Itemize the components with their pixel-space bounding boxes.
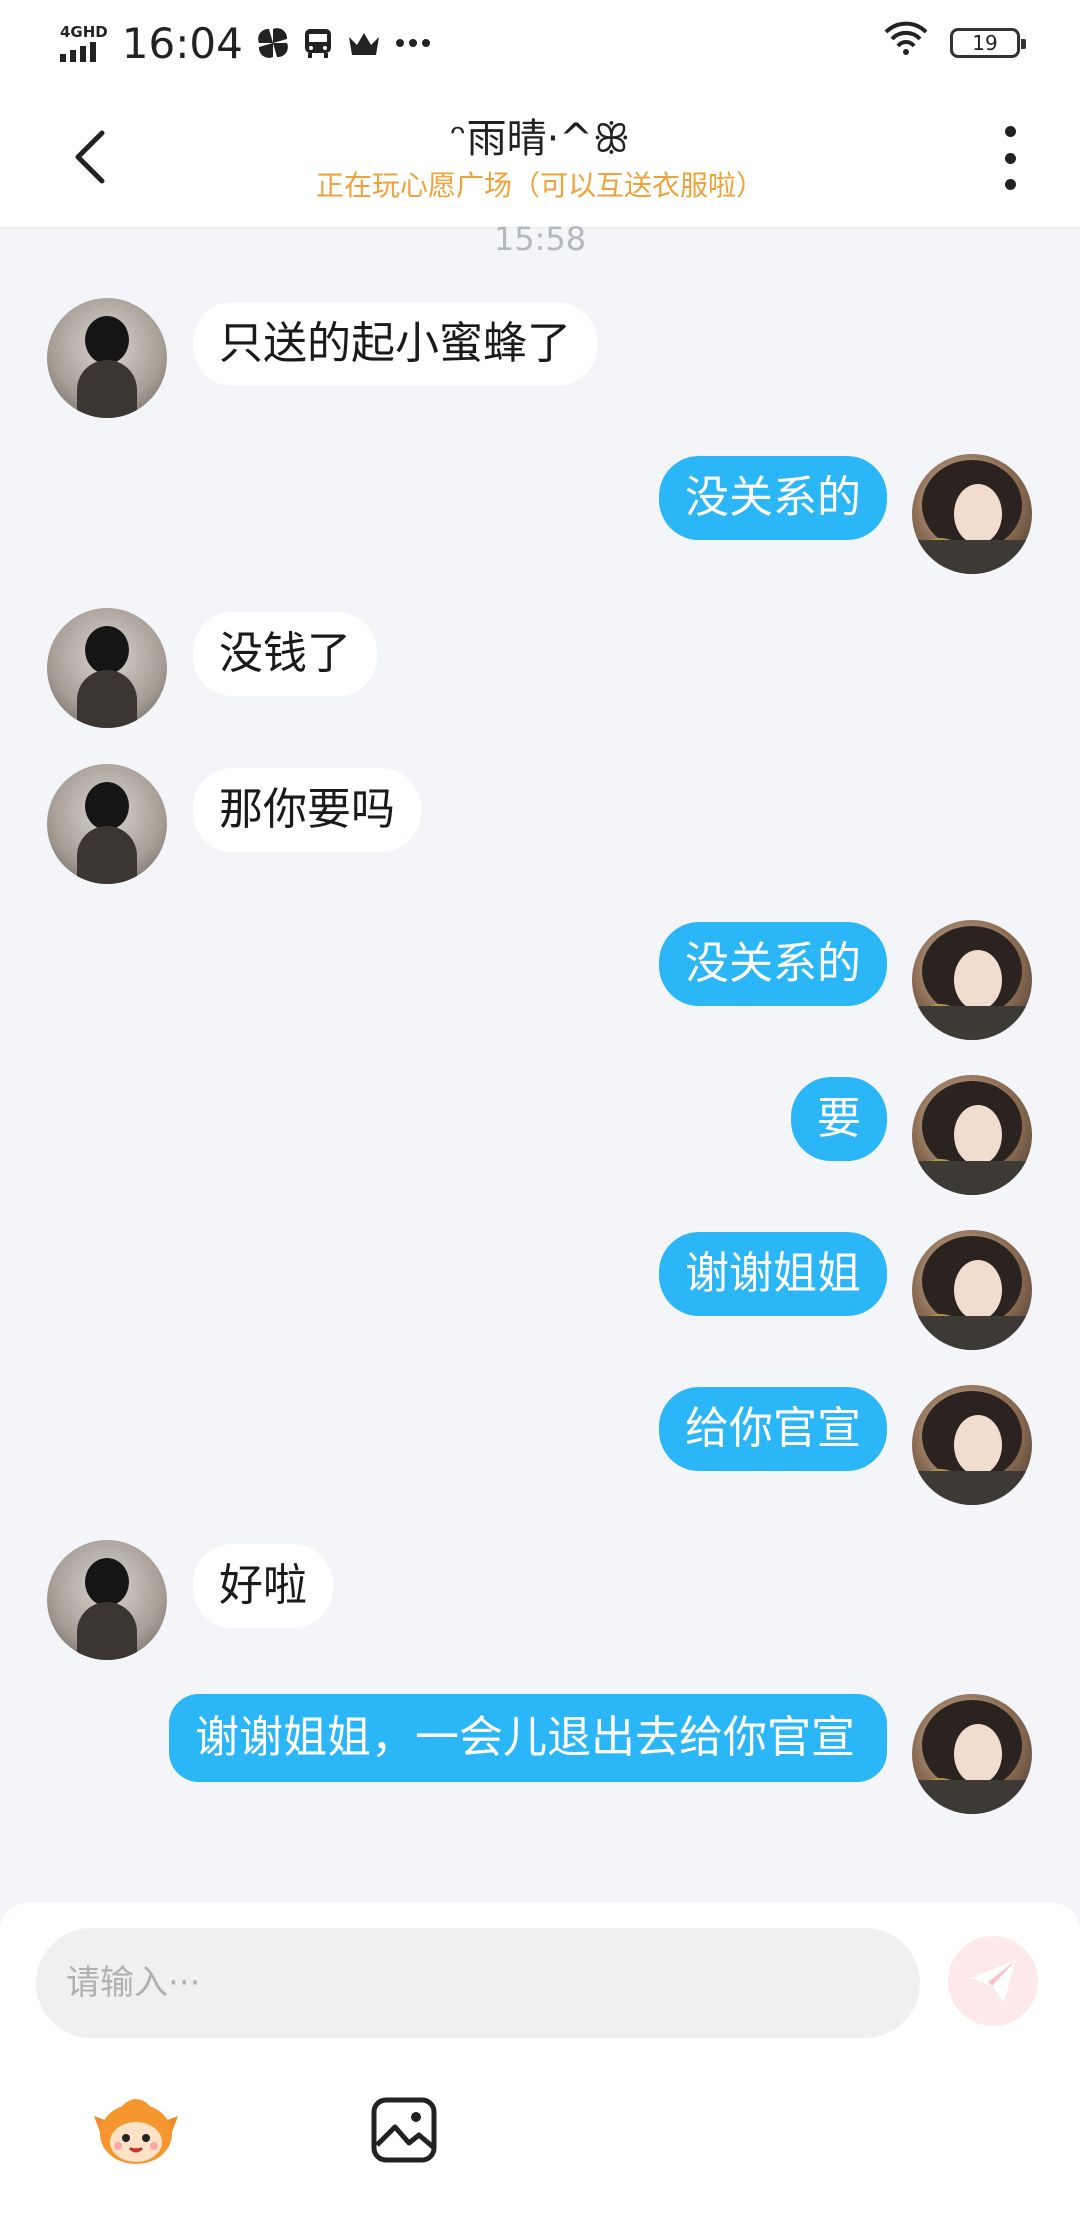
more-options-button[interactable] — [990, 126, 1030, 190]
my-avatar[interactable] — [912, 920, 1032, 1040]
outgoing-message-bubble[interactable]: 谢谢姐姐 — [659, 1232, 887, 1316]
cellular-signal-icon: 4GHD — [60, 22, 108, 62]
message-timestamp: 15:58 — [493, 220, 587, 258]
network-type: 4GHD — [60, 22, 108, 41]
incoming-message-bubble[interactable]: 好啦 — [193, 1544, 333, 1628]
wifi-icon — [882, 20, 930, 66]
outgoing-message-bubble[interactable]: 谢谢姐姐，一会儿退出去给你官宣 — [169, 1694, 887, 1782]
contact-info[interactable]: ᵔ雨晴·^ꕥ 正在玩心愿广场（可以互送衣服啦） — [200, 114, 880, 204]
chat-header: ᵔ雨晴·^ꕥ 正在玩心愿广场（可以互送衣服啦） — [0, 86, 1080, 228]
outgoing-message-bubble[interactable]: 没关系的 — [659, 922, 887, 1006]
incoming-message-bubble[interactable]: 只送的起小蜜蜂了 — [193, 302, 597, 386]
send-icon — [970, 1960, 1016, 2002]
outgoing-message-bubble[interactable]: 没关系的 — [659, 456, 887, 540]
my-avatar[interactable] — [912, 1075, 1032, 1195]
my-avatar[interactable] — [912, 1694, 1032, 1814]
contact-name: ᵔ雨晴·^ꕥ — [450, 116, 630, 162]
my-avatar[interactable] — [912, 1385, 1032, 1505]
bus-icon — [303, 27, 333, 59]
more-vertical-icon — [1004, 126, 1016, 137]
message-input[interactable] — [36, 1928, 920, 2038]
battery-icon: 19 — [950, 28, 1026, 58]
contact-avatar[interactable] — [47, 1540, 167, 1660]
outgoing-message-bubble[interactable]: 要 — [791, 1077, 887, 1161]
outgoing-message-bubble[interactable]: 给你官宣 — [659, 1387, 887, 1471]
contact-activity-status: 正在玩心愿广场（可以互送衣服啦） — [315, 169, 764, 202]
incoming-message-bubble[interactable]: 没钱了 — [193, 612, 377, 696]
mascot-emoji-icon[interactable] — [92, 2086, 180, 2174]
status-bar: 4GHD 16:04 19 — [0, 0, 1080, 86]
more-notifications-icon — [395, 38, 431, 48]
back-button[interactable] — [60, 122, 120, 192]
send-button[interactable] — [948, 1936, 1038, 2026]
contact-avatar[interactable] — [47, 608, 167, 728]
contact-avatar[interactable] — [47, 298, 167, 418]
chevron-left-icon — [75, 130, 105, 184]
my-avatar[interactable] — [912, 1230, 1032, 1350]
status-time: 16:04 — [121, 18, 243, 68]
battery-level: 19 — [972, 31, 998, 55]
pinwheel-icon — [257, 27, 289, 59]
image-icon[interactable] — [360, 2086, 448, 2174]
composer-panel — [0, 1902, 1080, 2214]
crown-icon — [347, 29, 381, 57]
incoming-message-bubble[interactable]: 那你要吗 — [193, 768, 421, 852]
contact-avatar[interactable] — [47, 764, 167, 884]
my-avatar[interactable] — [912, 454, 1032, 574]
chat-screen: 4GHD 16:04 19 ᵔ雨晴·^ꕥ 正在玩心愿广场（可以互送衣服啦） 15… — [0, 0, 1080, 2214]
